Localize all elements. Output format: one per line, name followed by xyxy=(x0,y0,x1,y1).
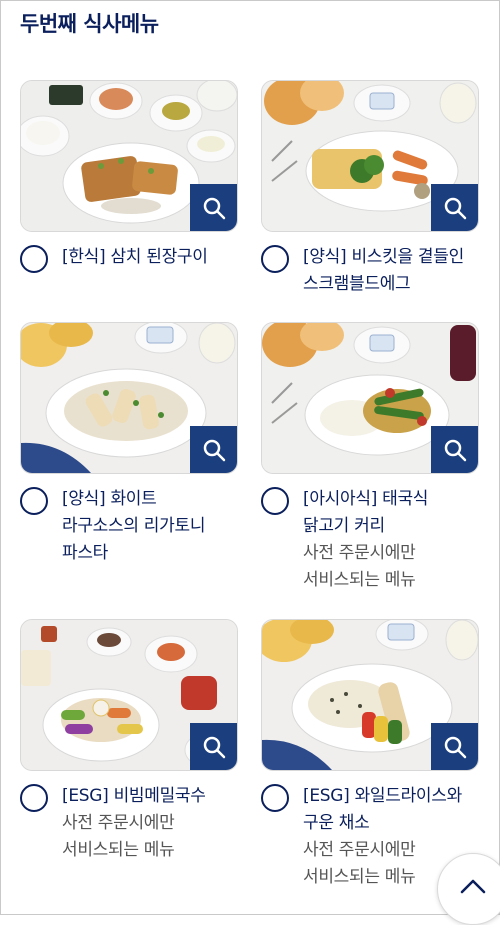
radio-button[interactable] xyxy=(261,784,289,812)
magnifier-icon xyxy=(444,197,467,220)
meal-option[interactable]: [양식] 비스킷을 곁들인 스크램블드에그 xyxy=(261,244,479,298)
preorder-note-line-1: 사전 주문시에만 xyxy=(62,813,175,833)
chevron-up-icon xyxy=(460,879,486,894)
meal-card-5[interactable]: [ESG] 비빔메밀국수 사전 주문시에만 서비스되는 메뉴 xyxy=(20,619,238,864)
scroll-to-top-button[interactable] xyxy=(437,853,500,925)
zoom-button[interactable] xyxy=(190,426,237,473)
zoom-button[interactable] xyxy=(431,184,478,231)
meal-name-line-1: [ESG] 와일드라이스와 xyxy=(303,786,462,806)
radio-button[interactable] xyxy=(20,487,48,515)
meal-card-2[interactable]: [양식] 비스킷을 곁들인 스크램블드에그 xyxy=(261,80,479,298)
meal-name-line-1: [양식] 화이트 xyxy=(62,489,157,509)
magnifier-icon xyxy=(203,439,226,462)
preorder-note-line-2: 서비스되는 메뉴 xyxy=(62,840,175,860)
meal-name-line-2: 라구소스의 리가토니 xyxy=(62,516,206,536)
radio-button[interactable] xyxy=(261,487,289,515)
zoom-button[interactable] xyxy=(190,723,237,770)
meal-option[interactable]: [한식] 삼치 된장구이 xyxy=(20,244,238,273)
meal-option[interactable]: [ESG] 비빔메밀국수 사전 주문시에만 서비스되는 메뉴 xyxy=(20,783,238,864)
meal-photo xyxy=(20,619,238,771)
meal-card-3[interactable]: [양식] 화이트 라구소스의 리가토니 파스타 xyxy=(20,322,238,567)
meal-photo xyxy=(261,619,479,771)
section-title: 두번째 식사메뉴 xyxy=(20,12,159,36)
meal-photo xyxy=(261,322,479,474)
meal-name-line-1: [한식] 삼치 된장구이 xyxy=(62,247,208,267)
magnifier-icon xyxy=(203,736,226,759)
preorder-note-line-2: 서비스되는 메뉴 xyxy=(303,570,416,590)
meal-name-line-3: 파스타 xyxy=(62,543,109,563)
meal-photo xyxy=(261,80,479,232)
zoom-button[interactable] xyxy=(190,184,237,231)
meal-photo xyxy=(20,322,238,474)
preorder-note-line-1: 사전 주문시에만 xyxy=(303,543,416,563)
meal-name-line-2: 닭고기 커리 xyxy=(303,516,385,536)
zoom-button[interactable] xyxy=(431,426,478,473)
radio-button[interactable] xyxy=(20,784,48,812)
meal-option[interactable]: [양식] 화이트 라구소스의 리가토니 파스타 xyxy=(20,486,238,567)
zoom-button[interactable] xyxy=(431,723,478,770)
meal-name-line-1: [아시아식] 태국식 xyxy=(303,489,429,509)
meal-name-line-1: [양식] 비스킷을 곁들인 xyxy=(303,247,464,267)
magnifier-icon xyxy=(444,736,467,759)
meal-photo xyxy=(20,80,238,232)
meal-option[interactable]: [아시아식] 태국식 닭고기 커리 사전 주문시에만 서비스되는 메뉴 xyxy=(261,486,479,594)
radio-button[interactable] xyxy=(20,245,48,273)
meal-name-line-2: 구운 채소 xyxy=(303,813,370,833)
meal-card-6[interactable]: [ESG] 와일드라이스와 구운 채소 사전 주문시에만 서비스되는 메뉴 xyxy=(261,619,479,891)
radio-button[interactable] xyxy=(261,245,289,273)
meal-card-1[interactable]: [한식] 삼치 된장구이 xyxy=(20,80,238,273)
magnifier-icon xyxy=(444,439,467,462)
meal-name-line-2: 스크램블드에그 xyxy=(303,274,411,294)
meal-card-4[interactable]: [아시아식] 태국식 닭고기 커리 사전 주문시에만 서비스되는 메뉴 xyxy=(261,322,479,594)
magnifier-icon xyxy=(203,197,226,220)
meal-name-line-1: [ESG] 비빔메밀국수 xyxy=(62,786,206,806)
